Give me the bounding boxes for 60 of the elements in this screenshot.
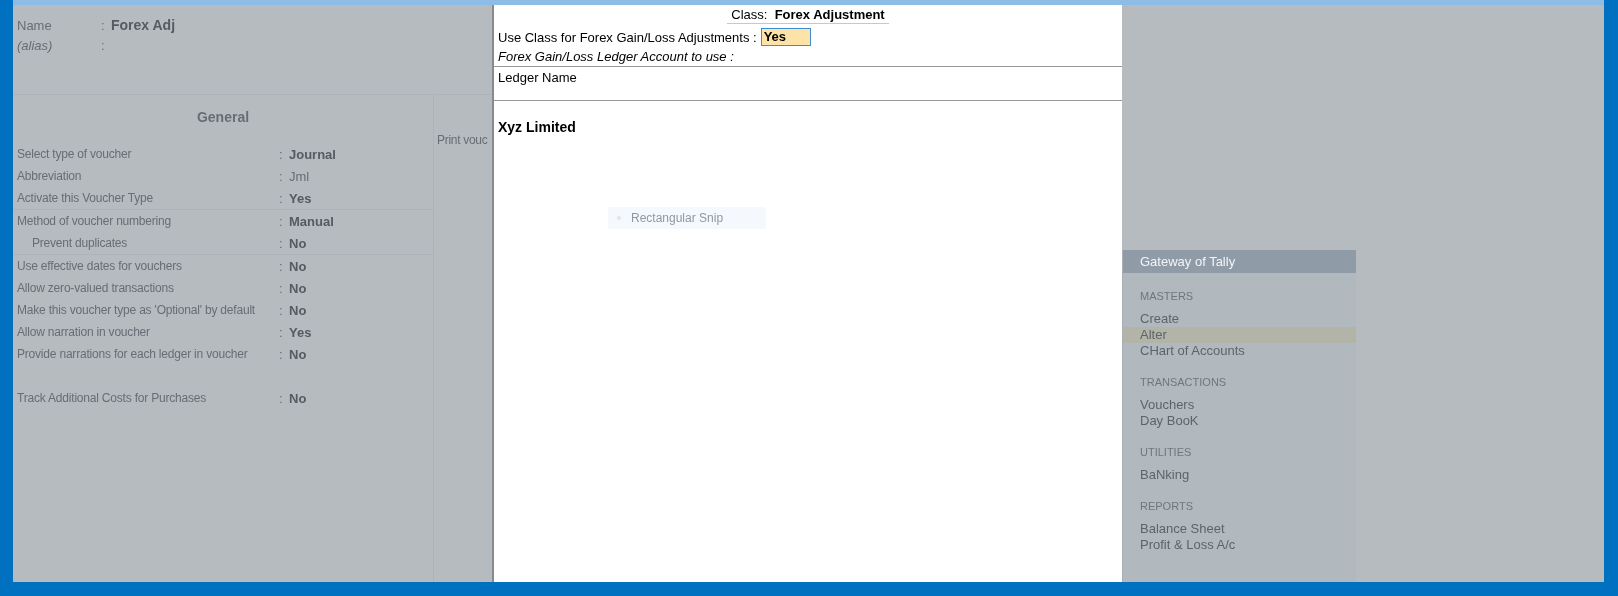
menu-item[interactable]: Profit & Loss A/c xyxy=(1123,537,1356,553)
column-header: Ledger Name xyxy=(498,70,577,85)
colon: : xyxy=(279,346,284,362)
name-value: Forex Adj xyxy=(111,17,176,33)
setting-value: Yes xyxy=(289,190,312,206)
colon: : xyxy=(279,190,284,206)
setting-label: Track Additional Costs for Purchases xyxy=(17,391,208,405)
setting-label: Prevent duplicates xyxy=(31,236,129,250)
setting-value: No xyxy=(289,280,307,296)
setting-value: Yes xyxy=(289,324,312,340)
field-label: Use Class for Forex Gain/Loss Adjustments : xyxy=(498,29,757,45)
section-heading: MASTERS xyxy=(1139,289,1195,304)
setting-label: Allow narration in voucher xyxy=(17,325,151,339)
menu-item[interactable]: Vouchers xyxy=(1123,397,1356,413)
colon: : xyxy=(279,280,284,296)
setting-label: Method of voucher numbering xyxy=(17,214,173,228)
setting-label: Select type of voucher xyxy=(17,147,133,161)
section-heading: TRANSACTIONS xyxy=(1139,375,1228,390)
setting-value: No xyxy=(289,390,307,406)
colon: : xyxy=(279,168,284,184)
colon: : xyxy=(279,235,284,251)
setting-value: Journal xyxy=(289,146,336,162)
column-label: Print vouc xyxy=(437,133,488,147)
ledger-item[interactable]: Xyz Limited xyxy=(498,119,1118,135)
menu-item[interactable]: Day BooK xyxy=(1123,413,1356,429)
colon: : xyxy=(101,17,106,33)
setting-value: No xyxy=(289,235,307,251)
setting-value: Jml xyxy=(289,168,310,184)
colon: : xyxy=(279,146,284,162)
prompt-text: Forex Gain/Loss Ledger Account to use : xyxy=(494,47,1122,67)
input-field[interactable]: Yes xyxy=(760,28,811,46)
setting-label: Activate this Voucher Type xyxy=(17,191,154,205)
setting-label: Make this voucher type as 'Optional' by default xyxy=(17,303,256,317)
section-heading: UTILITIES xyxy=(1139,445,1193,460)
section-heading: REPORTS xyxy=(1139,499,1194,514)
menu-item[interactable]: Create xyxy=(1123,311,1356,327)
setting-label: Provide narrations for each ledger in voucher xyxy=(17,347,249,361)
setting-value: Manual xyxy=(289,213,334,229)
colon: : xyxy=(101,37,106,53)
field-label: Name xyxy=(17,17,53,33)
colon: : xyxy=(279,258,284,274)
setting-label: Abbreviation xyxy=(17,169,83,183)
menu-item[interactable]: CHart of Accounts xyxy=(1123,343,1356,359)
setting-label: Use effective dates for vouchers xyxy=(17,259,183,273)
setting-label: Allow zero-valued transactions xyxy=(17,281,175,295)
field-label: (alias) xyxy=(17,37,54,53)
panel-title: Gateway of Tally xyxy=(1123,250,1356,273)
setting-value: No xyxy=(289,258,307,274)
setting-value: No xyxy=(289,346,307,362)
setting-value: No xyxy=(289,302,307,318)
menu-item[interactable]: Balance Sheet xyxy=(1123,521,1356,537)
colon: : xyxy=(279,390,284,406)
colon: : xyxy=(279,302,284,318)
colon: : xyxy=(279,213,284,229)
colon: : xyxy=(279,324,284,340)
menu-item[interactable]: Alter xyxy=(1123,327,1356,343)
section-title: General xyxy=(195,108,251,127)
tooltip-text: Rectangular Snip xyxy=(631,211,724,225)
class-title: Class: Forex Adjustment xyxy=(727,7,889,24)
menu-item[interactable]: BaNking xyxy=(1123,467,1356,483)
